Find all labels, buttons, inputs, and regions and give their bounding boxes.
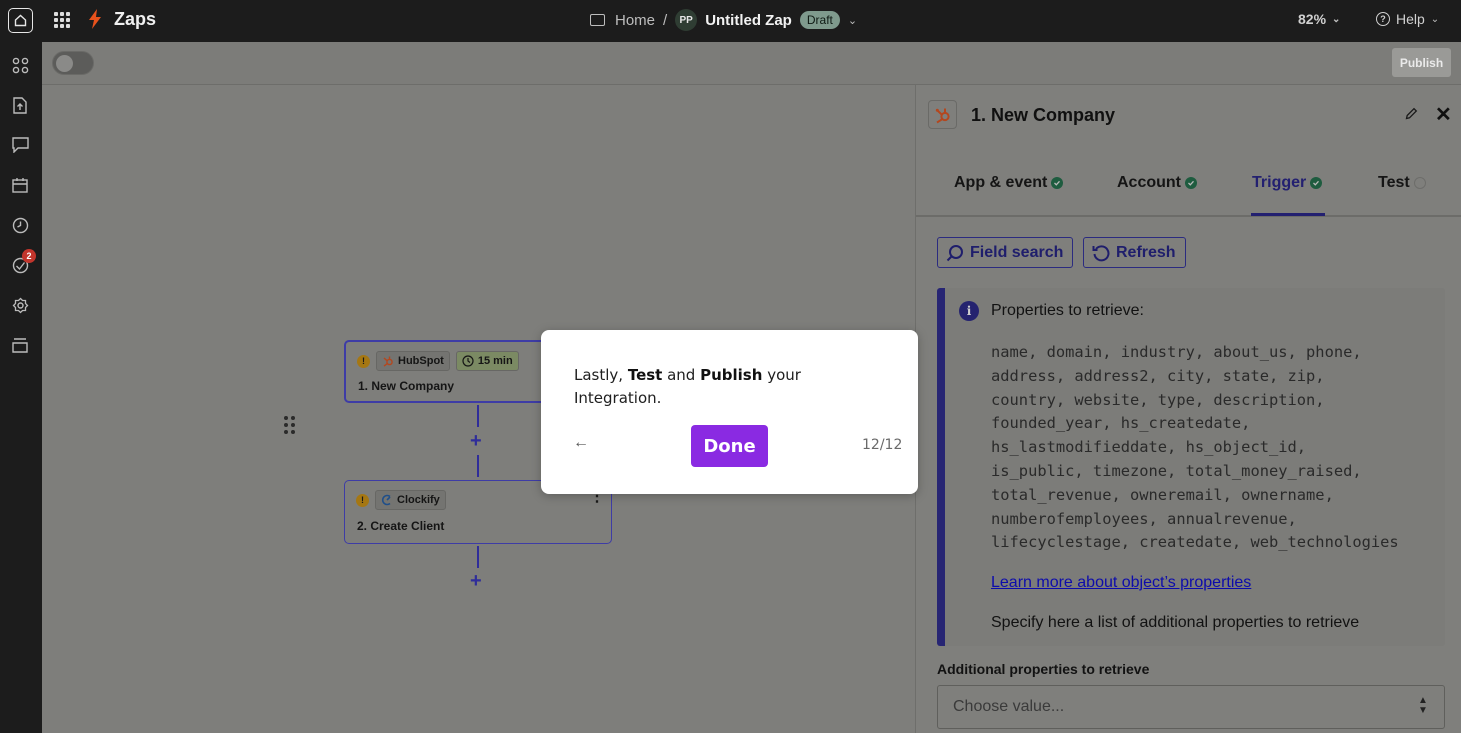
publish-button[interactable]: Publish — [1392, 48, 1451, 77]
app-name: HubSpot — [398, 355, 444, 367]
help-label: Help — [1396, 11, 1425, 27]
toggle-knob — [56, 55, 73, 72]
zoom-level: 82% — [1298, 11, 1327, 27]
refresh-label: Refresh — [1116, 243, 1176, 261]
tab-label: Test — [1378, 174, 1410, 191]
drag-handle-icon[interactable] — [284, 416, 295, 434]
search-icon — [946, 244, 963, 261]
clock-icon — [462, 355, 474, 367]
tour-step-counter: 12/12 — [862, 437, 903, 453]
step-title: 2. Create Client — [357, 519, 445, 533]
refresh-button[interactable]: Refresh — [1083, 237, 1186, 268]
field-label: Additional properties to retrieve — [937, 661, 1150, 677]
check-icon — [1185, 177, 1197, 189]
top-bar: Zaps Home / PP Untitled Zap Draft ⌄ 82% … — [0, 0, 1461, 42]
properties-list: name, domain, industry, about_us, phone,… — [991, 343, 1399, 552]
back-arrow-icon[interactable]: ← — [573, 434, 589, 452]
chevron-down-icon[interactable]: ⌄ — [848, 14, 857, 27]
folder-icon — [590, 14, 605, 26]
app-name: Clockify — [397, 494, 440, 506]
select-arrows-icon: ▲ ▼ — [1418, 695, 1428, 716]
clockify-icon — [381, 494, 391, 506]
status-badge: Draft — [799, 11, 840, 29]
active-tab-indicator — [1251, 213, 1325, 216]
tour-popup: Lastly, Test and Publish your Integratio… — [541, 330, 918, 494]
learn-more-link[interactable]: Learn more about object’s properties — [991, 574, 1251, 592]
tour-bold-publish: Publish — [700, 366, 763, 384]
notification-badge: 2 — [22, 249, 36, 263]
panel-title: 1. New Company — [971, 105, 1116, 125]
help-icon: ? — [1376, 12, 1390, 26]
field-search-button[interactable]: Field search — [937, 237, 1073, 268]
step-title: 1. New Company — [358, 379, 455, 393]
tab-test[interactable]: Test — [1378, 174, 1426, 192]
tab-app-event[interactable]: App & event — [954, 174, 1064, 192]
brand-title[interactable]: Zaps — [114, 9, 156, 30]
connector-line — [477, 405, 479, 427]
breadcrumb-home[interactable]: Home — [615, 12, 655, 29]
info-heading: Properties to retrieve: — [991, 302, 1144, 319]
connector-line — [477, 455, 479, 477]
apps-icon[interactable] — [11, 56, 29, 74]
editor-toolbar: Publish — [42, 42, 1461, 85]
left-rail: 2 — [0, 42, 42, 733]
layers-icon[interactable] — [11, 336, 29, 354]
close-icon[interactable]: ✕ — [1435, 102, 1452, 127]
more-options-icon[interactable]: ⋮ — [589, 489, 605, 505]
step-chips: ! Clockify — [356, 490, 446, 510]
step-chips: ! HubSpot 15 min — [357, 351, 519, 371]
zap-toggle[interactable] — [52, 51, 94, 75]
edit-pencil-icon[interactable] — [1405, 107, 1418, 120]
poll-interval: 15 min — [477, 355, 513, 367]
check-icon — [1310, 177, 1323, 189]
tab-label: Account — [1117, 174, 1181, 191]
zap-name[interactable]: Untitled Zap — [705, 12, 792, 29]
app-chip: HubSpot — [376, 351, 450, 371]
poll-chip: 15 min — [455, 351, 519, 371]
chevron-down-icon: ⌄ — [1332, 13, 1341, 25]
app-chip: Clockify — [375, 490, 446, 510]
tab-trigger[interactable]: Trigger — [1252, 174, 1323, 192]
hubspot-icon — [928, 100, 957, 129]
warning-icon: ! — [356, 493, 369, 507]
additional-properties-select[interactable]: Choose value... ▲ ▼ — [937, 685, 1445, 729]
breadcrumb-separator: / — [663, 11, 668, 29]
connector-line — [477, 546, 479, 568]
hubspot-icon — [383, 356, 393, 367]
history-icon[interactable] — [11, 216, 29, 234]
refresh-icon — [1092, 244, 1110, 261]
tab-label: App & event — [954, 174, 1048, 191]
done-button[interactable]: Done — [691, 425, 768, 467]
step-editor-panel: 1. New Company ✕ App & event Account Tri… — [915, 85, 1461, 733]
help-menu[interactable]: ? Help ⌄ — [1376, 11, 1439, 27]
field-search-label: Field search — [970, 243, 1064, 261]
zoom-control[interactable]: 82% ⌄ — [1298, 11, 1340, 27]
upload-icon[interactable] — [11, 96, 29, 114]
add-step-button[interactable]: + — [470, 430, 482, 453]
tour-text: and — [662, 366, 701, 384]
add-step-button[interactable]: + — [470, 570, 482, 593]
breadcrumb: Home / PP Untitled Zap Draft ⌄ — [590, 9, 857, 31]
tour-bold-test: Test — [627, 366, 663, 384]
chevron-down-icon: ⌄ — [1430, 13, 1440, 25]
home-icon[interactable] — [8, 8, 33, 33]
select-placeholder: Choose value... — [953, 698, 1065, 715]
check-icon — [1051, 177, 1064, 189]
warning-icon: ! — [357, 354, 370, 368]
step-tabs: App & event Account Trigger Test — [916, 170, 1461, 217]
tab-account[interactable]: Account — [1117, 174, 1197, 192]
info-icon: i — [959, 301, 979, 321]
tour-text: Lastly, — [574, 366, 628, 384]
app-grid-icon[interactable] — [54, 12, 70, 28]
zap-bolt-icon — [89, 9, 101, 29]
settings-icon[interactable] — [11, 296, 29, 314]
calendar-icon[interactable] — [11, 176, 29, 194]
tab-label: Trigger — [1252, 174, 1307, 191]
avatar[interactable]: PP — [675, 9, 698, 31]
properties-info-box: i Properties to retrieve: name, domain, … — [937, 288, 1445, 646]
tour-message: Lastly, Test and Publish your Integratio… — [574, 364, 834, 410]
chat-icon[interactable] — [11, 136, 29, 154]
pending-icon — [1413, 177, 1426, 189]
specify-text: Specify here a list of additional proper… — [991, 614, 1360, 631]
